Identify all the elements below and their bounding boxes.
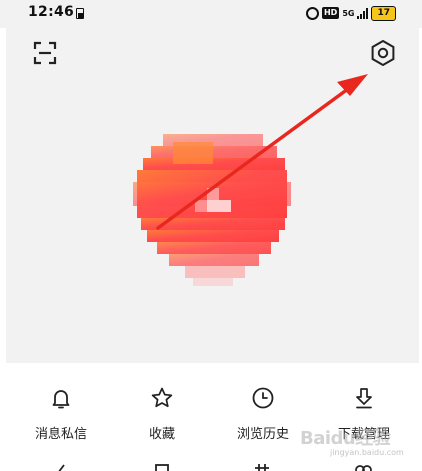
- watermark-url: jingyan.baidu.com: [330, 448, 404, 457]
- menu-item-history[interactable]: 浏览历史: [213, 386, 313, 442]
- grid-icon[interactable]: [252, 462, 272, 471]
- download-icon: [356, 388, 372, 409]
- scan-icon[interactable]: [32, 40, 58, 66]
- battery-saver-icon: [76, 8, 84, 19]
- menu-item-messages[interactable]: 消息私信: [11, 386, 111, 442]
- signal-icon: [357, 7, 369, 19]
- battery-level: 17: [371, 5, 396, 21]
- menu-label-favorites: 收藏: [148, 427, 175, 442]
- star-icon: [151, 387, 173, 408]
- bell-icon: [52, 390, 70, 409]
- document-icon[interactable]: [152, 462, 172, 471]
- watermark: Baidu经验: [300, 428, 391, 449]
- menu-label-messages: 消息私信: [34, 427, 87, 442]
- pen-icon[interactable]: [52, 462, 72, 471]
- group-icon[interactable]: [353, 462, 373, 471]
- hd-badge: HD: [321, 7, 340, 19]
- alarm-icon: [305, 6, 319, 20]
- menu-item-favorites[interactable]: 收藏: [112, 386, 212, 442]
- clock-icon: [252, 387, 274, 409]
- menu-label-history: 浏览历史: [236, 427, 289, 442]
- profile-header: [6, 28, 419, 363]
- status-bar: 12:46 HD 5G 17: [0, 0, 422, 28]
- status-indicators: HD 5G 17: [305, 5, 396, 21]
- network-type: 5G: [342, 8, 355, 18]
- status-time: 12:46: [28, 4, 75, 20]
- avatar[interactable]: [133, 134, 291, 289]
- settings-hexagon-icon[interactable]: [369, 39, 397, 67]
